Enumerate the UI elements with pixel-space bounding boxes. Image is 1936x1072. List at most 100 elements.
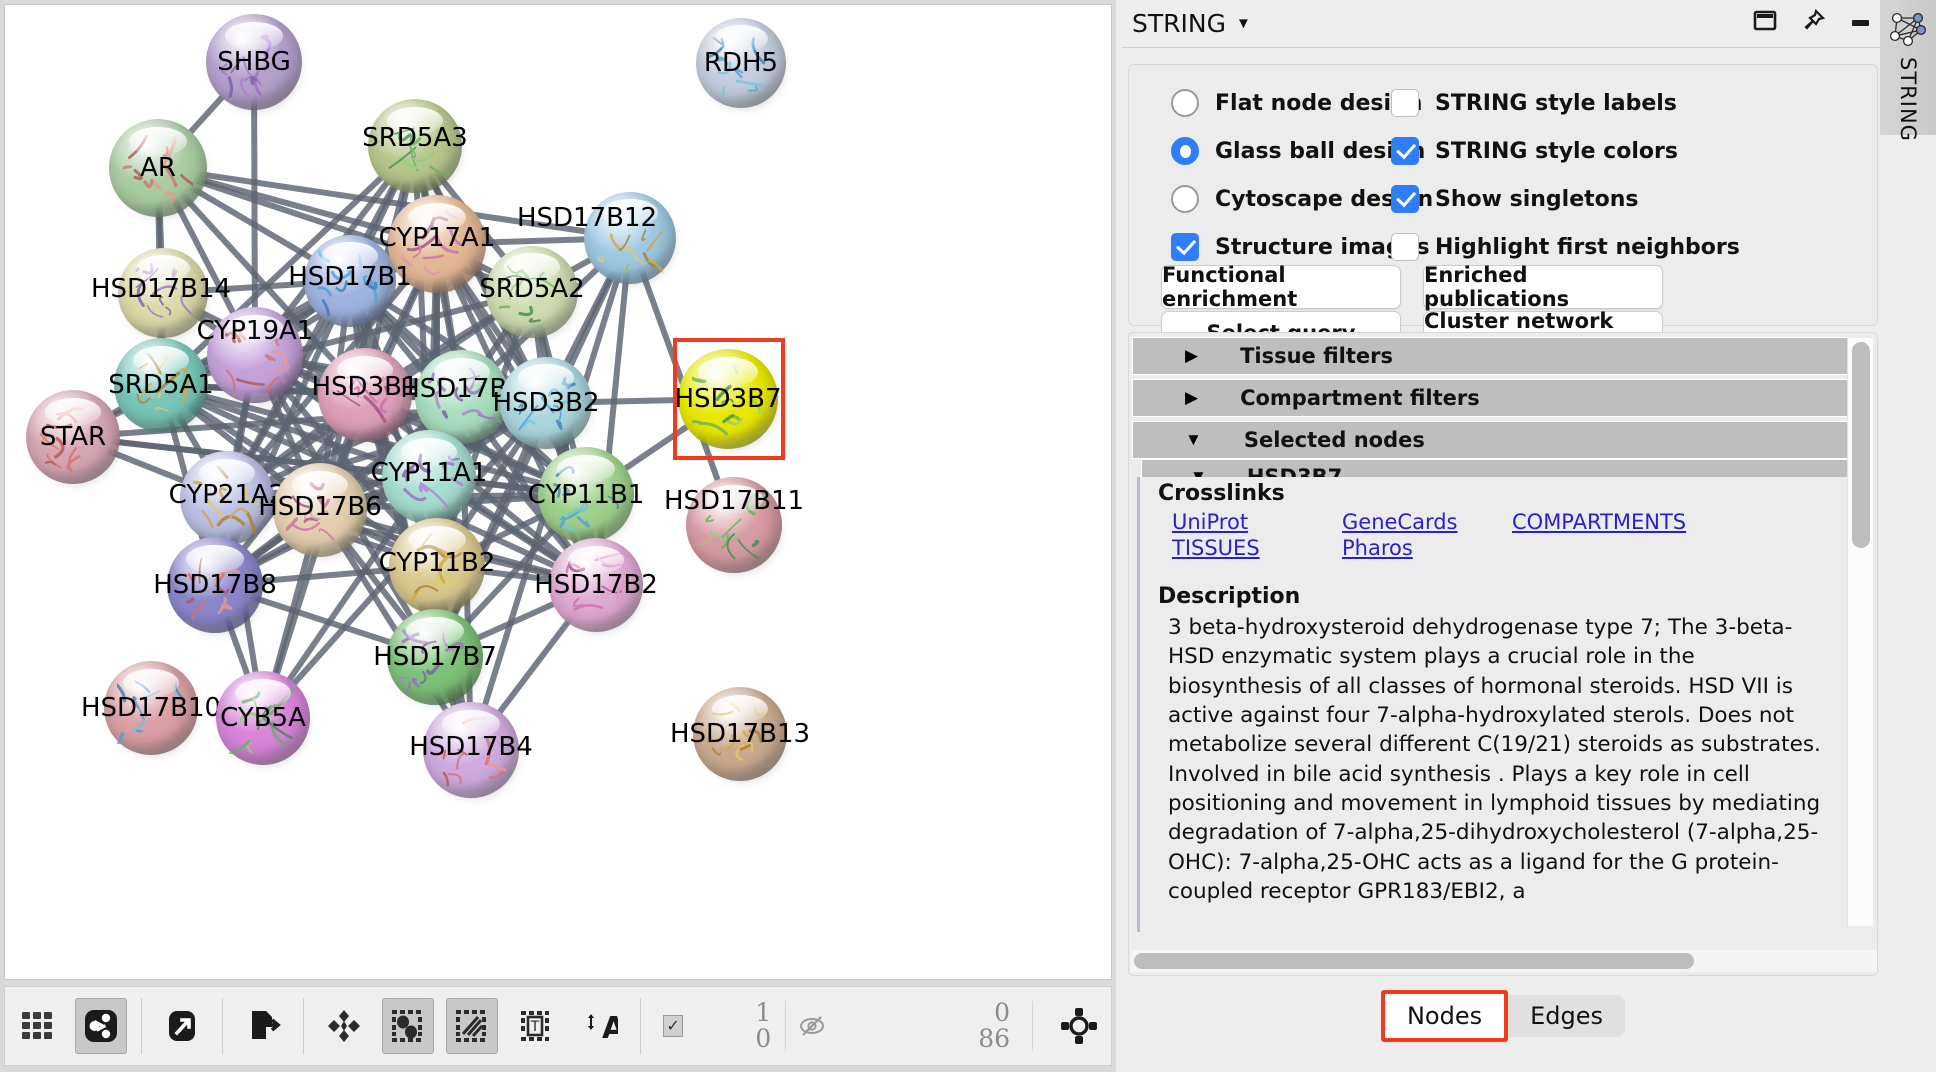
radio-icon[interactable]	[1171, 137, 1199, 165]
crosslink-pharos[interactable]: Pharos	[1342, 536, 1512, 560]
toolbar-divider	[785, 1001, 786, 1051]
node-sphere	[114, 338, 208, 432]
network-node-hsd17b11[interactable]: HSD17B11	[686, 477, 782, 573]
toolbar-divider	[640, 998, 641, 1054]
filters-accordion-area: ▶ Tissue filters ▶ Compartment filters ▼…	[1128, 332, 1878, 976]
checkbox-icon[interactable]	[1391, 89, 1419, 117]
network-node-cyp11b2[interactable]: CYP11B2	[389, 518, 485, 614]
network-node-hsd17b10[interactable]: HSD17B10	[104, 661, 198, 755]
functional-enrichment-button[interactable]: Functional enrichment	[1161, 265, 1401, 309]
network-node-cyp11b1[interactable]: CYP11B1	[538, 447, 634, 543]
crosslinks-heading: Crosslinks	[1158, 481, 1853, 506]
detail-horizontal-scrollbar[interactable]	[1131, 950, 1877, 972]
network-node-hsd17b13[interactable]: HSD17B13	[693, 687, 787, 781]
crosslink-genecards[interactable]: GeneCards	[1342, 510, 1512, 534]
maximize-icon[interactable]	[1752, 8, 1778, 39]
network-node-cyp11a1[interactable]: CYP11A1	[382, 430, 476, 524]
network-node-srd5a1[interactable]: SRD5A1	[114, 338, 208, 432]
select-text-icon[interactable]: A	[574, 998, 626, 1054]
network-node-hsd17b4[interactable]: HSD17B4	[423, 702, 519, 798]
network-node-cyp17a1[interactable]: CYP17A1	[388, 195, 486, 293]
network-node-rdh5[interactable]: RDH5	[696, 18, 786, 108]
chevron-right-icon[interactable]: ▶	[1185, 346, 1198, 366]
network-node-cyp19a1[interactable]: CYP19A1	[207, 307, 303, 403]
scrollbar-thumb[interactable]	[1852, 342, 1870, 548]
network-node-shbg[interactable]: SHBG	[206, 14, 302, 110]
node-sphere	[206, 14, 302, 110]
fit-diamond-icon[interactable]	[318, 998, 370, 1054]
accordion-tissue-filters[interactable]: ▶ Tissue filters	[1132, 337, 1848, 375]
network-node-hsd17b6[interactable]: HSD17B6	[273, 463, 367, 557]
node-sphere	[273, 463, 367, 557]
chevron-down-icon[interactable]: ▼	[1236, 15, 1251, 32]
chevron-down-icon[interactable]: ▼	[1185, 430, 1202, 450]
enriched-publications-button[interactable]: Enriched publications	[1423, 265, 1663, 309]
node-sphere	[216, 671, 310, 765]
network-node-hsd3b1[interactable]: HSD3B1	[318, 348, 412, 442]
checkbox-string-style-colors[interactable]: STRING style colors	[1391, 127, 1740, 175]
node-sphere	[207, 307, 303, 403]
network-node-hsd17b7[interactable]: HSD17B7	[387, 609, 483, 705]
crosslink-tissues[interactable]: TISSUES	[1172, 536, 1342, 560]
toolbar-divider	[141, 998, 142, 1054]
network-node-hsd17b14[interactable]: HSD17B14	[118, 248, 208, 338]
chevron-right-icon[interactable]: ▶	[1185, 388, 1198, 408]
network-node-hsd17b8[interactable]: HSD17B8	[167, 537, 263, 633]
toolbar-checkbox[interactable]: ✓	[663, 1015, 684, 1037]
eye-slash-icon[interactable]	[796, 1013, 828, 1039]
network-node-hsd17b2[interactable]: HSD17B2	[549, 538, 643, 632]
panel-title: STRING	[1132, 9, 1226, 38]
radio-icon[interactable]	[1171, 185, 1199, 213]
network-node-hsd17b12[interactable]: HSD17B12	[584, 192, 676, 284]
svg-text:T: T	[530, 1019, 540, 1035]
select-nodes-icon[interactable]	[382, 998, 434, 1054]
scrollbar-thumb[interactable]	[1134, 953, 1694, 969]
checkbox-icon[interactable]	[1391, 233, 1419, 261]
network-share-icon[interactable]	[75, 998, 127, 1054]
grid-view-icon[interactable]	[11, 998, 63, 1054]
checkbox-icon[interactable]	[1171, 233, 1199, 261]
string-side-panel: STRING ▼	[1116, 0, 1936, 1072]
network-node-srd5a3[interactable]: SRD5A3	[368, 99, 462, 193]
node-sphere	[382, 430, 476, 524]
crosslink-uniprot[interactable]: UniProt	[1172, 510, 1342, 534]
export-file-icon[interactable]	[237, 998, 289, 1054]
selected-node-count: 1	[755, 1000, 771, 1026]
accordion-label: Tissue filters	[1240, 344, 1393, 368]
network-node-srd5a2[interactable]: SRD5A2	[486, 246, 578, 338]
network-node-cyp21a2[interactable]: CYP21A2	[180, 451, 274, 545]
network-pane: SHBG RDH5 SRD5A3 AR HSD17B12 CYP17A1 HSD17B14 H…	[0, 0, 1116, 1072]
select-annotation-icon[interactable]: T	[510, 998, 562, 1054]
checkbox-icon[interactable]	[1391, 185, 1419, 213]
export-arrow-icon[interactable]	[156, 998, 208, 1054]
tab-nodes[interactable]: Nodes	[1381, 990, 1508, 1042]
minimize-icon[interactable]	[1848, 8, 1874, 39]
selected-edges-counts: 0 86	[978, 1000, 1010, 1053]
node-sphere	[584, 192, 676, 284]
accordion-compartment-filters[interactable]: ▶ Compartment filters	[1132, 379, 1848, 417]
network-node-hsd3b2[interactable]: HSD3B2	[500, 357, 592, 449]
checkbox-show-singletons[interactable]: Show singletons	[1391, 175, 1740, 223]
panel-bottom-tabs: Nodes Edges	[1128, 988, 1878, 1044]
network-node-hsd17b1[interactable]: HSD17B1	[304, 235, 396, 327]
node-sphere	[389, 518, 485, 614]
select-edges-icon[interactable]	[446, 998, 498, 1054]
checkbox-icon[interactable]	[1391, 137, 1419, 165]
string-vertical-tab[interactable]: STRING	[1880, 0, 1936, 135]
node-sphere	[678, 349, 778, 449]
checkbox-string-style-labels[interactable]: STRING style labels	[1391, 79, 1740, 127]
network-node-ar[interactable]: AR	[109, 119, 207, 217]
radio-icon[interactable]	[1171, 89, 1199, 117]
network-node-cyb5a[interactable]: CYB5A	[216, 671, 310, 765]
network-canvas[interactable]: SHBG RDH5 SRD5A3 AR HSD17B12 CYP17A1 HSD17B14 H…	[4, 4, 1112, 980]
crosslink-compartments[interactable]: COMPARTMENTS	[1512, 510, 1853, 534]
panel-titlebar: STRING ▼	[1122, 0, 1890, 48]
crosshair-icon[interactable]	[1053, 998, 1105, 1054]
accordion-selected-nodes[interactable]: ▼ Selected nodes	[1132, 421, 1848, 459]
network-node-hsd3b7[interactable]: HSD3B7	[678, 349, 778, 449]
tab-edges[interactable]: Edges	[1508, 995, 1625, 1037]
detail-vertical-scrollbar[interactable]	[1847, 338, 1873, 926]
network-node-star[interactable]: STAR	[26, 390, 120, 484]
node-sphere	[118, 248, 208, 338]
pin-icon[interactable]	[1800, 8, 1826, 39]
